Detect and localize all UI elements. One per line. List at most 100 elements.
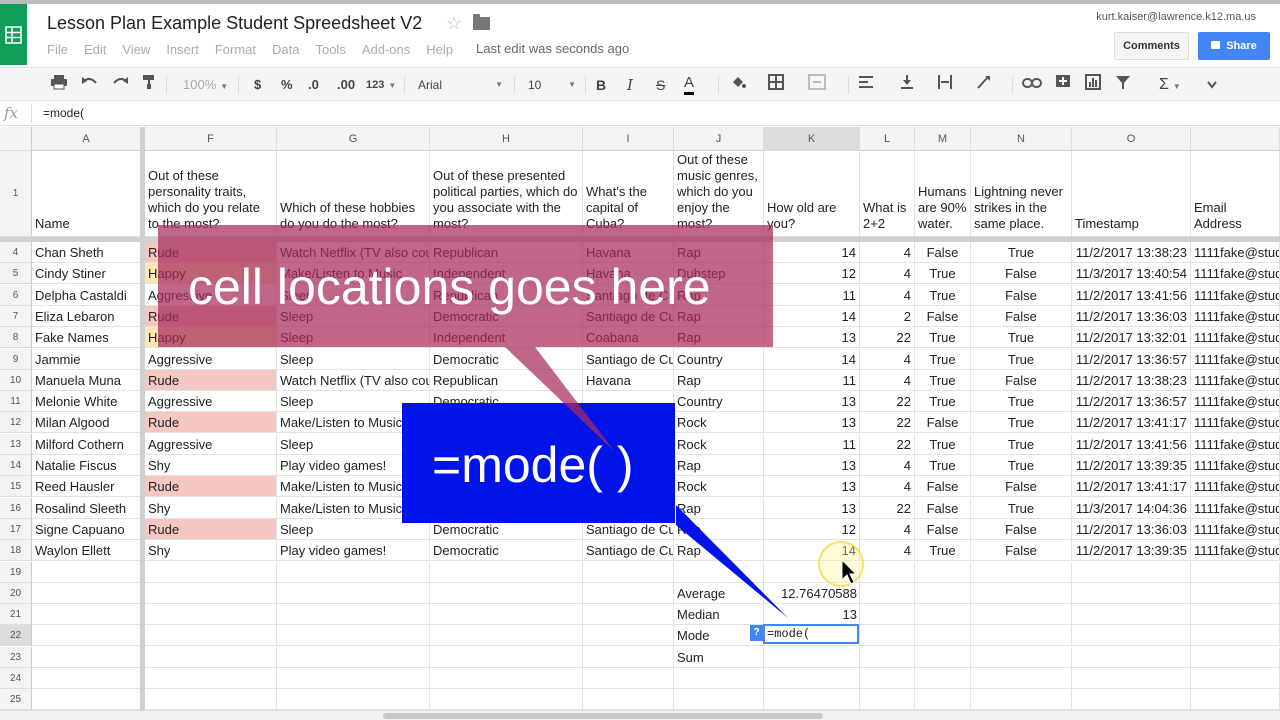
- empty-cell[interactable]: [145, 582, 277, 604]
- empty-cell[interactable]: [860, 561, 915, 583]
- cell-capital[interactable]: Havana: [583, 369, 674, 391]
- cell-water[interactable]: True: [915, 433, 971, 455]
- cell-timestamp[interactable]: 11/2/2017 13:36:57: [1072, 391, 1191, 413]
- cell-two-plus-two[interactable]: 22: [860, 327, 915, 349]
- empty-cell[interactable]: [277, 668, 430, 689]
- cell-email[interactable]: 1111fake@student: [1191, 263, 1280, 285]
- comments-button[interactable]: Comments: [1114, 32, 1189, 60]
- cell-email[interactable]: 1111fake@student: [1191, 497, 1280, 519]
- empty-cell[interactable]: [674, 668, 764, 689]
- cell-age[interactable]: 14: [764, 242, 860, 263]
- stat-value-sum[interactable]: [764, 647, 860, 668]
- cell-lightning[interactable]: True: [971, 242, 1072, 263]
- frozen-column-divider[interactable]: [140, 127, 145, 710]
- cell-genre[interactable]: Country: [674, 348, 764, 370]
- empty-cell[interactable]: [674, 561, 764, 583]
- column-header-i[interactable]: I: [583, 127, 674, 151]
- row-header-13[interactable]: 13: [0, 433, 32, 455]
- empty-cell[interactable]: [145, 689, 277, 711]
- empty-cell[interactable]: [971, 646, 1072, 668]
- empty-cell[interactable]: [915, 582, 971, 604]
- cell-age[interactable]: 12: [764, 518, 860, 540]
- cell-name[interactable]: Reed Hausler: [32, 476, 141, 498]
- empty-cell[interactable]: [277, 689, 430, 711]
- row-header-11[interactable]: 11: [0, 391, 32, 413]
- cell-timestamp[interactable]: 11/2/2017 13:38:23: [1072, 242, 1191, 263]
- row-header-17[interactable]: 17: [0, 518, 32, 540]
- cell-email[interactable]: 1111fake@student: [1191, 455, 1280, 476]
- cell-email[interactable]: 1111fake@student: [1191, 391, 1280, 413]
- empty-cell[interactable]: [32, 689, 141, 711]
- empty-cell[interactable]: [1072, 668, 1191, 689]
- cell-age[interactable]: 13: [764, 327, 860, 349]
- empty-cell[interactable]: [860, 668, 915, 689]
- cell-lightning[interactable]: False: [971, 476, 1072, 498]
- star-icon[interactable]: ☆: [446, 13, 462, 34]
- column-header-n[interactable]: N: [971, 127, 1072, 151]
- cell-name[interactable]: Milan Algood: [32, 412, 141, 434]
- cell-water[interactable]: True: [915, 348, 971, 370]
- cell-lightning[interactable]: True: [971, 327, 1072, 349]
- cell-genre[interactable]: Rock: [674, 433, 764, 455]
- cell-water[interactable]: True: [915, 327, 971, 349]
- active-cell-editor[interactable]: =mode(: [763, 624, 859, 644]
- cell-hobby[interactable]: Watch Netflix (TV also counts): [277, 369, 430, 391]
- cell-timestamp[interactable]: 11/2/2017 13:32:01: [1072, 327, 1191, 349]
- row-header-16[interactable]: 16: [0, 497, 32, 519]
- print-icon[interactable]: [50, 74, 68, 96]
- cell-name[interactable]: Jammie: [32, 348, 141, 370]
- formula-input[interactable]: =mode(: [43, 106, 84, 120]
- column-header-m[interactable]: M: [915, 127, 971, 151]
- menu-edit[interactable]: Edit: [84, 42, 106, 57]
- last-edit-status[interactable]: Last edit was seconds ago: [476, 41, 629, 56]
- zoom-select[interactable]: 100% ▼: [183, 74, 228, 96]
- empty-cell[interactable]: [583, 561, 674, 583]
- empty-cell[interactable]: [583, 582, 674, 604]
- cell-timestamp[interactable]: 11/2/2017 13:41:17: [1072, 476, 1191, 498]
- cell-name[interactable]: Signe Capuano: [32, 518, 141, 540]
- text-wrap-icon[interactable]: [937, 74, 953, 96]
- formula-help-button[interactable]: ?: [750, 625, 763, 641]
- cell-lightning[interactable]: False: [971, 284, 1072, 306]
- empty-cell[interactable]: [583, 625, 674, 647]
- document-title[interactable]: Lesson Plan Example Student Spreedsheet …: [47, 13, 422, 34]
- insert-chart-icon[interactable]: [1085, 74, 1101, 96]
- filter-icon[interactable]: [1115, 74, 1131, 96]
- cell-timestamp[interactable]: 11/2/2017 13:41:56: [1072, 284, 1191, 306]
- row-header-25[interactable]: 25: [0, 689, 32, 711]
- column-header-o[interactable]: O: [1072, 127, 1191, 151]
- empty-cell[interactable]: [860, 689, 915, 711]
- empty-cell[interactable]: [1191, 582, 1280, 604]
- cell-timestamp[interactable]: 11/2/2017 13:39:35: [1072, 455, 1191, 476]
- empty-cell[interactable]: [430, 582, 583, 604]
- row-header-1[interactable]: 1: [0, 151, 32, 237]
- cell-age[interactable]: 13: [764, 455, 860, 476]
- empty-cell[interactable]: [583, 646, 674, 668]
- empty-cell[interactable]: [1191, 689, 1280, 711]
- cell-age[interactable]: 14: [764, 348, 860, 370]
- cell-party[interactable]: Republican: [430, 369, 583, 391]
- empty-cell[interactable]: [971, 625, 1072, 647]
- empty-cell[interactable]: [971, 582, 1072, 604]
- cell-age[interactable]: 13: [764, 476, 860, 498]
- empty-cell[interactable]: [1072, 561, 1191, 583]
- cell-hobby[interactable]: Play video games!: [277, 540, 430, 562]
- undo-icon[interactable]: [81, 74, 99, 96]
- cell-timestamp[interactable]: 11/2/2017 13:39:35: [1072, 540, 1191, 562]
- cell-email[interactable]: 1111fake@student: [1191, 284, 1280, 306]
- empty-cell[interactable]: [1191, 668, 1280, 689]
- menu-insert[interactable]: Insert: [166, 42, 199, 57]
- more-formats-select[interactable]: 123 ▼: [366, 74, 396, 96]
- menu-tools[interactable]: Tools: [315, 42, 345, 57]
- cell-water[interactable]: False: [915, 497, 971, 519]
- empty-cell[interactable]: [583, 689, 674, 711]
- empty-cell[interactable]: [430, 668, 583, 689]
- row-header-20[interactable]: 20: [0, 582, 32, 604]
- italic-button[interactable]: I: [627, 74, 633, 96]
- user-email[interactable]: kurt.kaiser@lawrence.k12.ma.us: [1096, 11, 1256, 23]
- empty-cell[interactable]: [1072, 646, 1191, 668]
- empty-cell[interactable]: [1191, 625, 1280, 647]
- empty-cell[interactable]: [277, 604, 430, 626]
- column-header-extra[interactable]: [1191, 127, 1280, 151]
- text-rotation-icon[interactable]: [976, 74, 994, 96]
